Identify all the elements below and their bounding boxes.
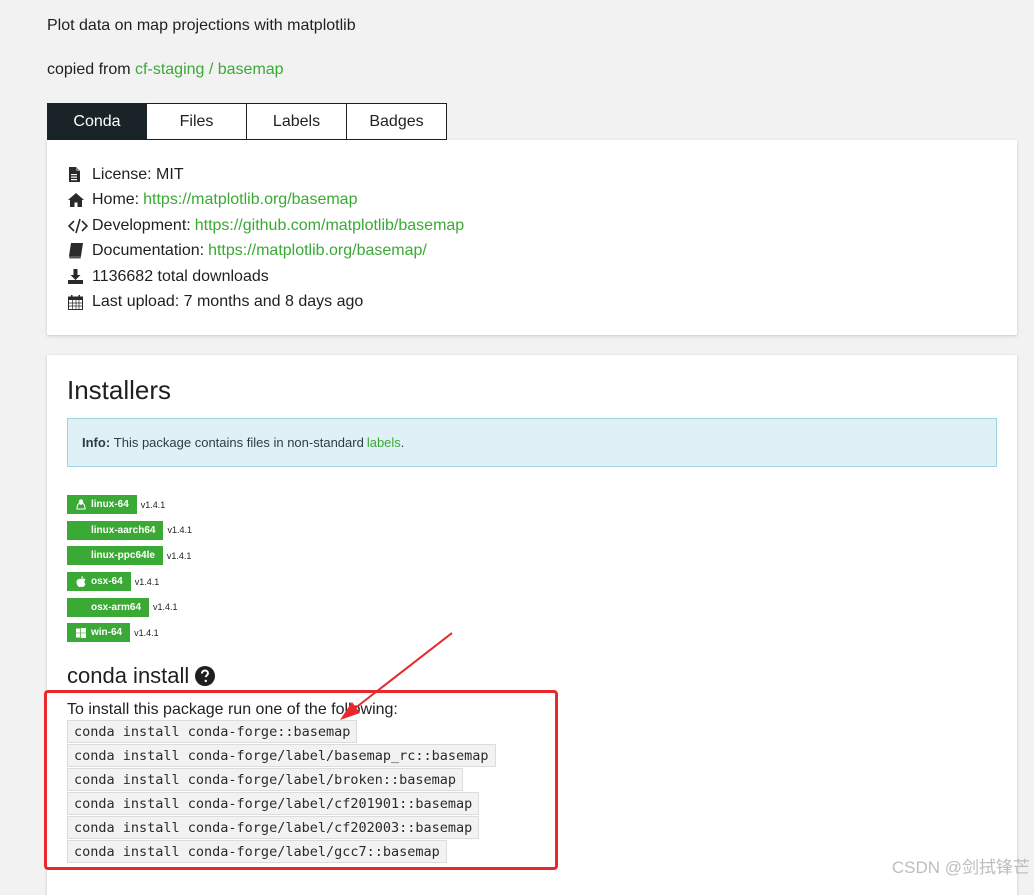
install-command[interactable]: conda install conda-forge/label/gcc7::ba…	[67, 839, 447, 863]
tab-files[interactable]: Files	[147, 103, 247, 140]
package-info-card: License: MIT Home: https://matplotlib.or…	[47, 140, 1017, 335]
development-label: Development:	[92, 216, 191, 234]
download-icon	[68, 268, 88, 286]
watermark: CSDN @剑拭锋芒	[891, 858, 1030, 877]
development-link[interactable]: https://github.com/matplotlib/basemap	[195, 217, 464, 235]
platform-badge-osx-64[interactable]: osx-64	[67, 572, 131, 592]
platform-badge-linux-aarch64[interactable]: linux-aarch64	[67, 520, 164, 540]
license-row: License: MIT	[68, 162, 1017, 188]
platform-version: v1.4.1	[167, 525, 193, 536]
documentation-label: Documentation:	[92, 242, 205, 260]
platform-row: linux-64 v1.4.1	[67, 492, 997, 518]
platform-row: linux-ppc64le v1.4.1	[67, 543, 997, 569]
platform-version: v1.4.1	[134, 627, 159, 638]
home-row: Home: https://matplotlib.org/basemap	[68, 188, 1017, 214]
book-icon	[68, 242, 88, 260]
upload-text: Last upload: 7 months and 8 days ago	[92, 293, 364, 311]
platform-list: linux-64 v1.4.1 linux-aarch64 v1.4.1 lin…	[67, 492, 997, 646]
install-command[interactable]: conda install conda-forge/label/cf201901…	[67, 791, 480, 815]
tab-labels[interactable]: Labels	[247, 103, 347, 140]
development-row: Development: https://github.com/matplotl…	[68, 213, 1017, 239]
platform-row: linux-aarch64 v1.4.1	[67, 518, 997, 544]
home-link[interactable]: https://matplotlib.org/basemap	[143, 191, 357, 209]
license-text: License: MIT	[92, 165, 184, 183]
platform-label: linux-aarch64	[91, 524, 156, 536]
copied-from-link[interactable]: cf-staging / basemap	[135, 61, 284, 78]
calendar-icon	[68, 293, 88, 311]
alert-bold: Info:	[82, 435, 111, 450]
platform-row: osx-64 v1.4.1	[67, 569, 997, 595]
copied-from: copied from cf-staging / basemap	[47, 61, 284, 79]
platform-label: linux-64	[91, 499, 129, 511]
platform-version: v1.4.1	[166, 550, 192, 561]
copied-from-prefix: copied from	[47, 61, 131, 78]
downloads-text: 1136682 total downloads	[92, 267, 269, 285]
installers-title: Installers	[67, 375, 172, 405]
conda-install-heading: conda install	[67, 662, 190, 688]
platform-label: linux-ppc64le	[91, 550, 155, 562]
windows-icon	[75, 627, 87, 638]
install-command[interactable]: conda install conda-forge::basemap	[67, 719, 358, 743]
installers-card: Installers Info: This package contains f…	[47, 355, 1017, 895]
home-label: Home:	[92, 191, 140, 209]
linux-icon	[75, 499, 87, 510]
documentation-row: Documentation: https://matplotlib.org/ba…	[68, 239, 1017, 265]
documentation-link[interactable]: https://matplotlib.org/basemap/	[208, 242, 427, 260]
conda-install-intro: To install this package run one of the f…	[67, 700, 398, 718]
labels-link[interactable]: labels	[367, 435, 401, 450]
platform-badge-win-64[interactable]: win-64	[67, 623, 131, 643]
platform-badge-osx-arm64[interactable]: osx-arm64	[67, 597, 150, 617]
info-alert: Info: This package contains files in non…	[67, 418, 997, 467]
upload-row: Last upload: 7 months and 8 days ago	[68, 290, 1017, 316]
install-command[interactable]: conda install conda-forge/label/basemap_…	[67, 743, 496, 767]
platform-row: osx-arm64 v1.4.1	[67, 594, 997, 620]
tab-badges[interactable]: Badges	[347, 103, 447, 140]
code-icon	[68, 217, 88, 235]
alert-end: .	[400, 435, 405, 450]
package-summary: Plot data on map projections with matplo…	[47, 17, 356, 34]
platform-version: v1.4.1	[153, 602, 178, 613]
apple-icon	[75, 576, 87, 588]
platform-label: osx-arm64	[91, 601, 142, 613]
install-command[interactable]: conda install conda-forge/label/cf202003…	[67, 815, 480, 839]
help-icon[interactable]	[195, 665, 216, 686]
file-icon	[68, 166, 88, 184]
conda-install-title: conda install	[67, 663, 997, 689]
downloads-row: 1136682 total downloads	[68, 264, 1017, 290]
platform-row: win-64 v1.4.1	[67, 620, 997, 646]
alert-text: This package contains files in non-stand…	[113, 435, 364, 450]
install-command[interactable]: conda install conda-forge/label/broken::…	[67, 767, 464, 791]
platform-label: osx-64	[91, 576, 123, 588]
platform-label: win-64	[91, 627, 123, 639]
platform-badge-linux-ppc64le[interactable]: linux-ppc64le	[67, 546, 163, 566]
platform-version: v1.4.1	[134, 576, 160, 587]
platform-badge-linux-64[interactable]: linux-64	[67, 495, 137, 515]
tab-conda[interactable]: Conda	[47, 103, 147, 140]
package-tabs: Conda Files Labels Badges	[47, 103, 447, 140]
platform-version: v1.4.1	[140, 499, 166, 510]
home-icon	[68, 191, 88, 209]
